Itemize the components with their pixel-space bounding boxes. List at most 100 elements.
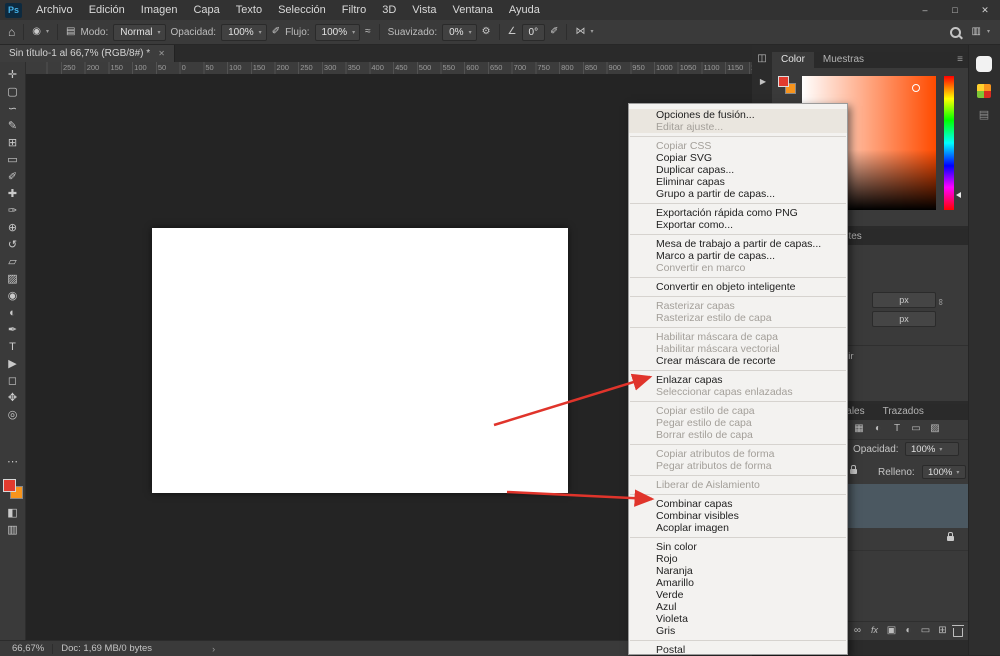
menu-item-marco-a-partir-de-capas[interactable]: Marco a partir de capas... (629, 250, 847, 262)
tool-eyedropper[interactable]: ✐ (0, 169, 26, 186)
collapse-panels-icon[interactable]: ◫ (754, 53, 770, 64)
type-layers-filter-icon[interactable]: T (890, 423, 904, 434)
expand-panel-icon[interactable]: ▶ (755, 77, 771, 86)
menu-item-convertir-en-objeto-inteligente[interactable]: Convertir en objeto inteligente (629, 281, 847, 293)
menu-item-amarillo[interactable]: Amarillo (629, 577, 847, 589)
menu-item-exportar-como[interactable]: Exportar como... (629, 219, 847, 231)
blend-mode-dropdown[interactable]: Normal ▾ (113, 24, 165, 41)
tool-healing-brush[interactable]: ✚ (0, 186, 26, 203)
menu-item-copiar-svg[interactable]: Copiar SVG (629, 152, 847, 164)
menu-vista[interactable]: Vista (404, 0, 444, 20)
layer-mask-icon[interactable]: ▣ (884, 625, 899, 636)
menu-item-rojo[interactable]: Rojo (629, 553, 847, 565)
tool-path-selection[interactable]: ▶ (0, 356, 26, 373)
menu-filtro[interactable]: Filtro (334, 0, 374, 20)
tool-brush[interactable]: ✑ (0, 203, 26, 220)
menu-item-naranja[interactable]: Naranja (629, 565, 847, 577)
panel-menu-icon[interactable]: ≡ (957, 52, 968, 68)
menu-item-opciones-de-fusion[interactable]: Opciones de fusión... (629, 109, 847, 121)
tool-eraser[interactable]: ▱ (0, 254, 26, 271)
libraries-panel-icon[interactable]: ▤ (977, 108, 991, 121)
pen-pressure-icon[interactable]: ✐ (272, 26, 280, 38)
stylus-pressure-icon[interactable]: ✐ (550, 26, 558, 38)
paint-symmetry-icon[interactable]: ⋈ (575, 26, 585, 38)
tool-clone-stamp[interactable]: ⊕ (0, 220, 26, 237)
tool-shape[interactable]: ◻ (0, 373, 26, 390)
adjustment-layers-filter-icon[interactable]: ◐ (871, 423, 885, 434)
flow-dropdown[interactable]: 100% ▾ (315, 24, 361, 41)
tool-zoom[interactable]: ◎ (0, 407, 26, 424)
tool-marquee[interactable]: ▢ (0, 84, 26, 101)
zoom-level-field[interactable]: 66,67% (12, 643, 44, 654)
chevron-down-icon[interactable]: ▾ (590, 26, 593, 38)
height-field[interactable]: px (872, 311, 936, 327)
edit-toolbar-icon[interactable]: ⋯ (0, 454, 26, 471)
width-field[interactable]: px (872, 292, 936, 308)
layers-opacity-dropdown[interactable]: 100% ▾ (905, 442, 959, 456)
menu-item-combinar-capas[interactable]: Combinar capas (629, 498, 847, 510)
opacity-dropdown[interactable]: 100% ▾ (221, 24, 267, 41)
window-maximize-button[interactable]: □ (940, 0, 970, 20)
menu-item-mesa-de-trabajo-a-partir-de-capas[interactable]: Mesa de trabajo a partir de capas... (629, 238, 847, 250)
tool-gradient[interactable]: ▨ (0, 271, 26, 288)
home-icon[interactable]: ⌂ (8, 26, 15, 38)
menu-3d[interactable]: 3D (374, 0, 404, 20)
hue-slider[interactable] (944, 76, 954, 210)
menu-item-azul[interactable]: Azul (629, 601, 847, 613)
chevron-down-icon[interactable]: ▾ (987, 26, 990, 38)
tab-trazados[interactable]: Trazados (874, 404, 933, 420)
layer-effects-icon[interactable]: fx (867, 625, 882, 635)
document-canvas[interactable] (152, 228, 568, 493)
gear-icon[interactable]: ⚙ (482, 26, 491, 38)
screen-mode-icon[interactable]: ▥ (0, 522, 26, 539)
menu-seleccion[interactable]: Selección (270, 0, 334, 20)
menu-item-sin-color[interactable]: Sin color (629, 541, 847, 553)
menu-item-enlazar-capas[interactable]: Enlazar capas (629, 374, 847, 386)
tool-pen[interactable]: ✒ (0, 322, 26, 339)
workspace-icon[interactable]: ▥ (972, 26, 981, 38)
window-minimize-button[interactable]: – (910, 0, 940, 20)
menu-item-acoplar-imagen[interactable]: Acoplar imagen (629, 522, 847, 534)
new-layer-icon[interactable]: ⊞ (935, 625, 950, 636)
discover-panel-icon[interactable] (976, 56, 992, 72)
link-layers-icon[interactable]: ∞ (850, 625, 865, 636)
menu-item-violeta[interactable]: Violeta (629, 613, 847, 625)
layers-fill-dropdown[interactable]: 100% ▾ (922, 465, 966, 479)
shape-layers-filter-icon[interactable]: ▭ (909, 423, 923, 434)
menu-item-exportacion-rapida-como-png[interactable]: Exportación rápida como PNG (629, 207, 847, 219)
window-close-button[interactable]: ✕ (970, 0, 1000, 20)
adjustment-icon[interactable]: ◐ (901, 625, 916, 636)
tab-color[interactable]: Color (772, 52, 814, 68)
new-group-icon[interactable]: ▭ (918, 625, 933, 636)
menu-edicion[interactable]: Edición (81, 0, 133, 20)
search-icon[interactable] (950, 27, 961, 38)
lock-icon[interactable] (850, 469, 857, 474)
menu-item-duplicar-capas[interactable]: Duplicar capas... (629, 164, 847, 176)
quick-mask-icon[interactable]: ◧ (0, 505, 26, 522)
menu-ayuda[interactable]: Ayuda (501, 0, 548, 20)
link-dimensions-icon[interactable]: ∞ (936, 299, 946, 305)
menu-texto[interactable]: Texto (228, 0, 270, 20)
tool-frame[interactable]: ▭ (0, 152, 26, 169)
tool-type[interactable]: T (0, 339, 26, 356)
color-swatches[interactable] (3, 479, 23, 499)
menu-item-crear-mascara-de-recorte[interactable]: Crear máscara de recorte (629, 355, 847, 367)
foreground-color-swatch[interactable] (3, 479, 16, 492)
menu-item-postal[interactable]: Postal (629, 644, 847, 655)
smart-objects-filter-icon[interactable]: ▨ (928, 423, 942, 434)
menu-archivo[interactable]: Archivo (28, 0, 81, 20)
menu-imagen[interactable]: Imagen (133, 0, 186, 20)
foreground-color-swatch[interactable] (778, 76, 789, 87)
menu-item-eliminar-capas[interactable]: Eliminar capas (629, 176, 847, 188)
tool-hand[interactable]: ✥ (0, 390, 26, 407)
swatches-panel-icon[interactable] (977, 84, 991, 98)
smoothing-dropdown[interactable]: 0% ▾ (442, 24, 476, 41)
tool-history-brush[interactable]: ↺ (0, 237, 26, 254)
menu-item-combinar-visibles[interactable]: Combinar visibles (629, 510, 847, 522)
tool-blur[interactable]: ◉ (0, 288, 26, 305)
tool-lasso[interactable]: ∽ (0, 101, 26, 118)
tool-dodge[interactable]: ◐ (0, 305, 26, 322)
tool-crop[interactable]: ⊞ (0, 135, 26, 152)
menu-item-verde[interactable]: Verde (629, 589, 847, 601)
menu-ventana[interactable]: Ventana (445, 0, 501, 20)
